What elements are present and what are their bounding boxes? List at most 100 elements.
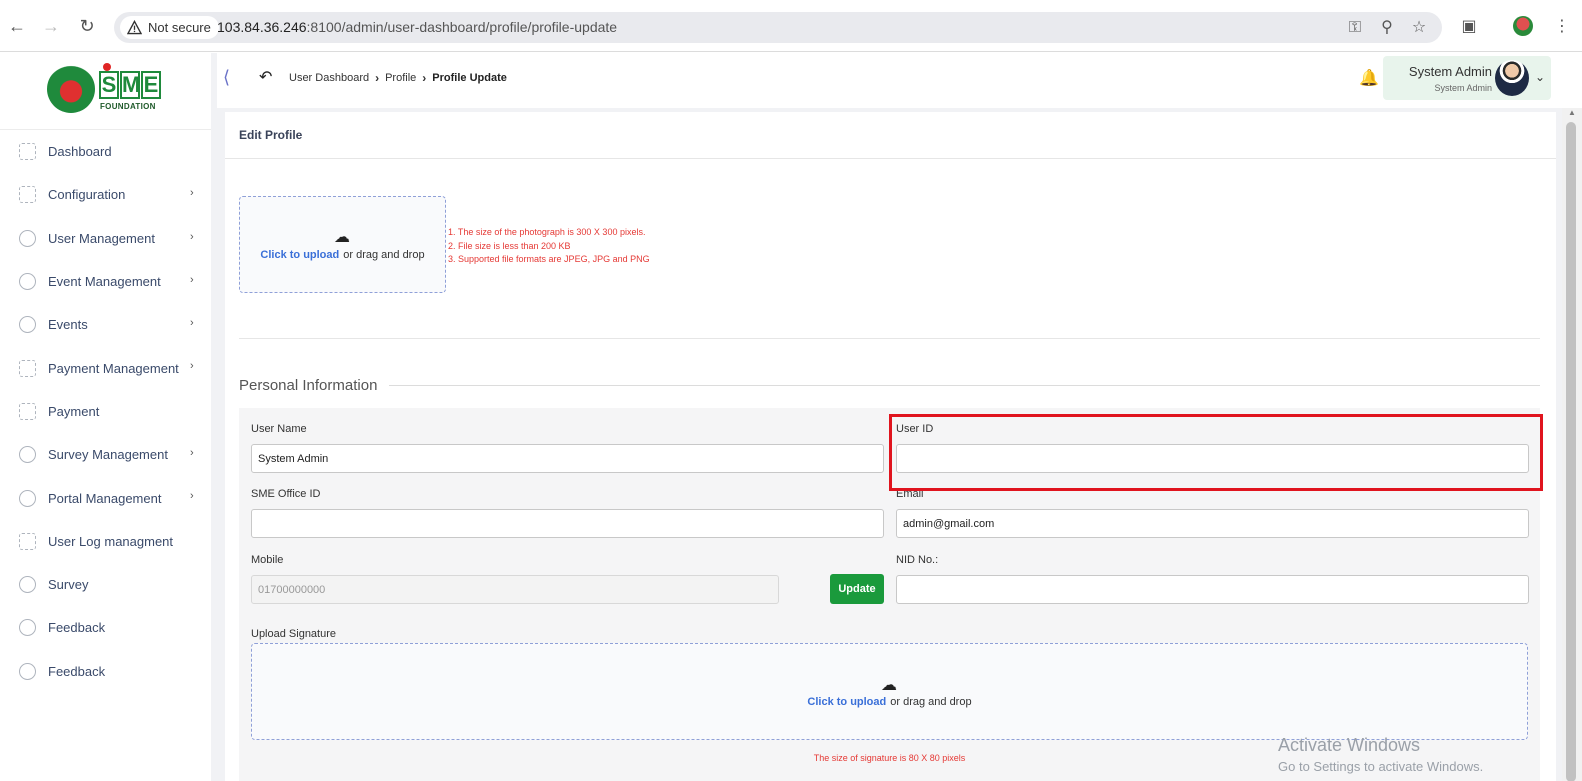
user-name-label: User Name <box>251 423 307 435</box>
chevron-right-icon: › <box>190 447 194 460</box>
url-text[interactable]: 103.84.36.246:8100/admin/user-dashboard/… <box>217 19 617 35</box>
logo-subtext: FOUNDATION <box>100 102 156 111</box>
avatar <box>1495 60 1529 96</box>
chevron-right-icon: › <box>190 490 194 503</box>
sidebar-item-portal-management[interactable]: Portal Management › <box>0 476 211 519</box>
sme-office-id-input[interactable] <box>251 509 884 538</box>
collapse-sidebar-icon[interactable]: ⟨ <box>223 67 230 88</box>
reload-icon[interactable]: ↻ <box>78 17 96 35</box>
sidebar-item-label: Configuration <box>48 187 126 203</box>
sidebar-item-label: Dashboard <box>48 144 112 160</box>
user-name: System Admin <box>1408 64 1492 79</box>
chevron-right-icon: › <box>190 317 194 330</box>
click-to-upload-link[interactable]: Click to upload <box>807 696 886 708</box>
warning-icon <box>127 20 142 35</box>
sidebar-item-payment-management[interactable]: Payment Management › <box>0 346 211 389</box>
sidebar-item-survey[interactable]: Survey <box>0 563 211 606</box>
sidebar-item-configuration[interactable]: Configuration › <box>0 173 211 216</box>
photo-rule: 3. Supported file formats are JPEG, JPG … <box>448 254 650 264</box>
sidebar-item-label: Feedback <box>48 663 106 679</box>
click-to-upload-link[interactable]: Click to upload <box>260 249 339 261</box>
money-icon <box>19 532 36 550</box>
sidebar-item-label: Portal Management <box>48 490 162 506</box>
sidebar-item-survey-management[interactable]: Survey Management › <box>0 433 211 476</box>
nid-label: NID No.: <box>896 554 939 566</box>
section-title-rule <box>239 385 1540 386</box>
update-button[interactable]: Update <box>830 574 884 604</box>
sidebar-item-payment[interactable]: Payment <box>0 390 211 433</box>
nid-input[interactable] <box>896 575 1529 604</box>
card-title: Edit Profile <box>239 128 303 142</box>
grid-icon <box>19 143 36 161</box>
upload-instructions: Click to upload or drag and drop <box>240 249 445 261</box>
lock-icon <box>19 489 36 507</box>
forward-arrow-icon[interactable]: → <box>42 17 60 35</box>
mobile-input <box>251 575 779 604</box>
breadcrumb-profile[interactable]: Profile <box>385 72 416 84</box>
extensions-icon[interactable]: ▣ <box>1459 17 1479 37</box>
sidebar-item-feedback-2[interactable]: Feedback <box>0 650 211 693</box>
sidebar-item-user-management[interactable]: User Management › <box>0 217 211 260</box>
back-arrow-icon[interactable]: ← <box>8 17 26 35</box>
lock-icon <box>19 273 36 291</box>
sidebar-item-label: Survey Management <box>48 447 168 463</box>
sme-foundation-logo[interactable]: SME FOUNDATION <box>47 63 165 113</box>
breadcrumb-user-dashboard[interactable]: User Dashboard <box>289 72 369 84</box>
sidebar-item-feedback[interactable]: Feedback <box>0 606 211 649</box>
sidebar: SME FOUNDATION Dashboard Configuration › … <box>0 53 211 781</box>
photo-upload-dropzone[interactable]: ☁ Click to upload or drag and drop <box>239 196 446 293</box>
watermark-subtitle: Go to Settings to activate Windows. <box>1278 759 1484 774</box>
sidebar-item-label: User Log managment <box>48 533 174 549</box>
money-icon <box>19 402 36 420</box>
scrollbar-thumb[interactable] <box>1566 122 1576 781</box>
cloud-upload-icon: ☁ <box>881 677 897 694</box>
user-id-highlight-box <box>889 414 1543 491</box>
security-chip[interactable]: Not secure <box>120 16 219 39</box>
user-name-input[interactable] <box>251 444 884 473</box>
url-path: :8100/admin/user-dashboard/profile/profi… <box>306 19 618 35</box>
sidebar-menu: Dashboard Configuration › User Management… <box>0 130 211 693</box>
money-icon <box>19 359 36 377</box>
chevron-down-icon: ⌄ <box>1535 70 1546 84</box>
sidebar-item-event-management[interactable]: Event Management › <box>0 260 211 303</box>
user-menu[interactable]: System Admin System Admin ⌄ <box>1383 56 1551 100</box>
top-header: ⟨ ↶ User Dashboard › Profile › Profile U… <box>217 53 1582 108</box>
sidebar-item-dashboard[interactable]: Dashboard <box>0 130 211 173</box>
email-field[interactable] <box>896 509 1529 538</box>
url-host: 103.84.36.246 <box>217 19 307 35</box>
sidebar-item-user-log[interactable]: User Log managment <box>0 520 211 563</box>
address-bar[interactable]: Not secure 103.84.36.246:8100/admin/user… <box>114 12 1442 43</box>
bookmark-star-icon[interactable]: ☆ <box>1410 19 1428 37</box>
pie-icon <box>19 576 36 594</box>
page-scrollbar[interactable]: ▲ <box>1562 108 1582 781</box>
scroll-up-icon[interactable]: ▲ <box>1568 108 1576 117</box>
drag-drop-text: or drag and drop <box>343 249 425 261</box>
chevron-right-icon: › <box>190 230 194 243</box>
card-header-divider <box>225 158 1556 159</box>
password-key-icon[interactable]: ⚿ <box>1346 19 1364 37</box>
sidebar-item-label: Feedback <box>48 620 106 636</box>
section-divider <box>239 338 1540 339</box>
browser-toolbar: ← → ↻ Not secure 103.84.36.246:8100/admi… <box>0 0 1582 52</box>
zoom-icon[interactable]: ⚲ <box>1378 19 1396 37</box>
chevron-right-icon: › <box>190 273 194 286</box>
sidebar-item-label: Payment <box>48 403 100 419</box>
breadcrumb-current: Profile Update <box>432 72 507 84</box>
lock-icon <box>19 316 36 334</box>
sidebar-item-label: Payment Management <box>48 360 179 376</box>
sidebar-item-events[interactable]: Events › <box>0 303 211 346</box>
logo-sme: SME <box>99 63 162 101</box>
drag-drop-text: or drag and drop <box>890 696 972 708</box>
sme-office-id-label: SME Office ID <box>251 488 321 500</box>
breadcrumb-chevron-icon: › <box>375 71 380 85</box>
section-title: Personal Information <box>239 377 390 394</box>
signature-upload-dropzone[interactable]: ☁ Click to upload or drag and drop <box>251 643 1528 740</box>
photo-rules: 1. The size of the photograph is 300 X 3… <box>448 226 650 267</box>
notification-bell-icon[interactable]: 🔔 <box>1359 68 1379 88</box>
browser-menu-icon[interactable]: ⋮ <box>1552 17 1572 37</box>
sidebar-item-label: Event Management <box>48 274 161 290</box>
browser-profile-avatar[interactable] <box>1513 16 1533 36</box>
feedback-icon <box>19 662 36 680</box>
undo-back-icon[interactable]: ↶ <box>259 67 272 87</box>
user-role: System Admin <box>1434 83 1492 93</box>
